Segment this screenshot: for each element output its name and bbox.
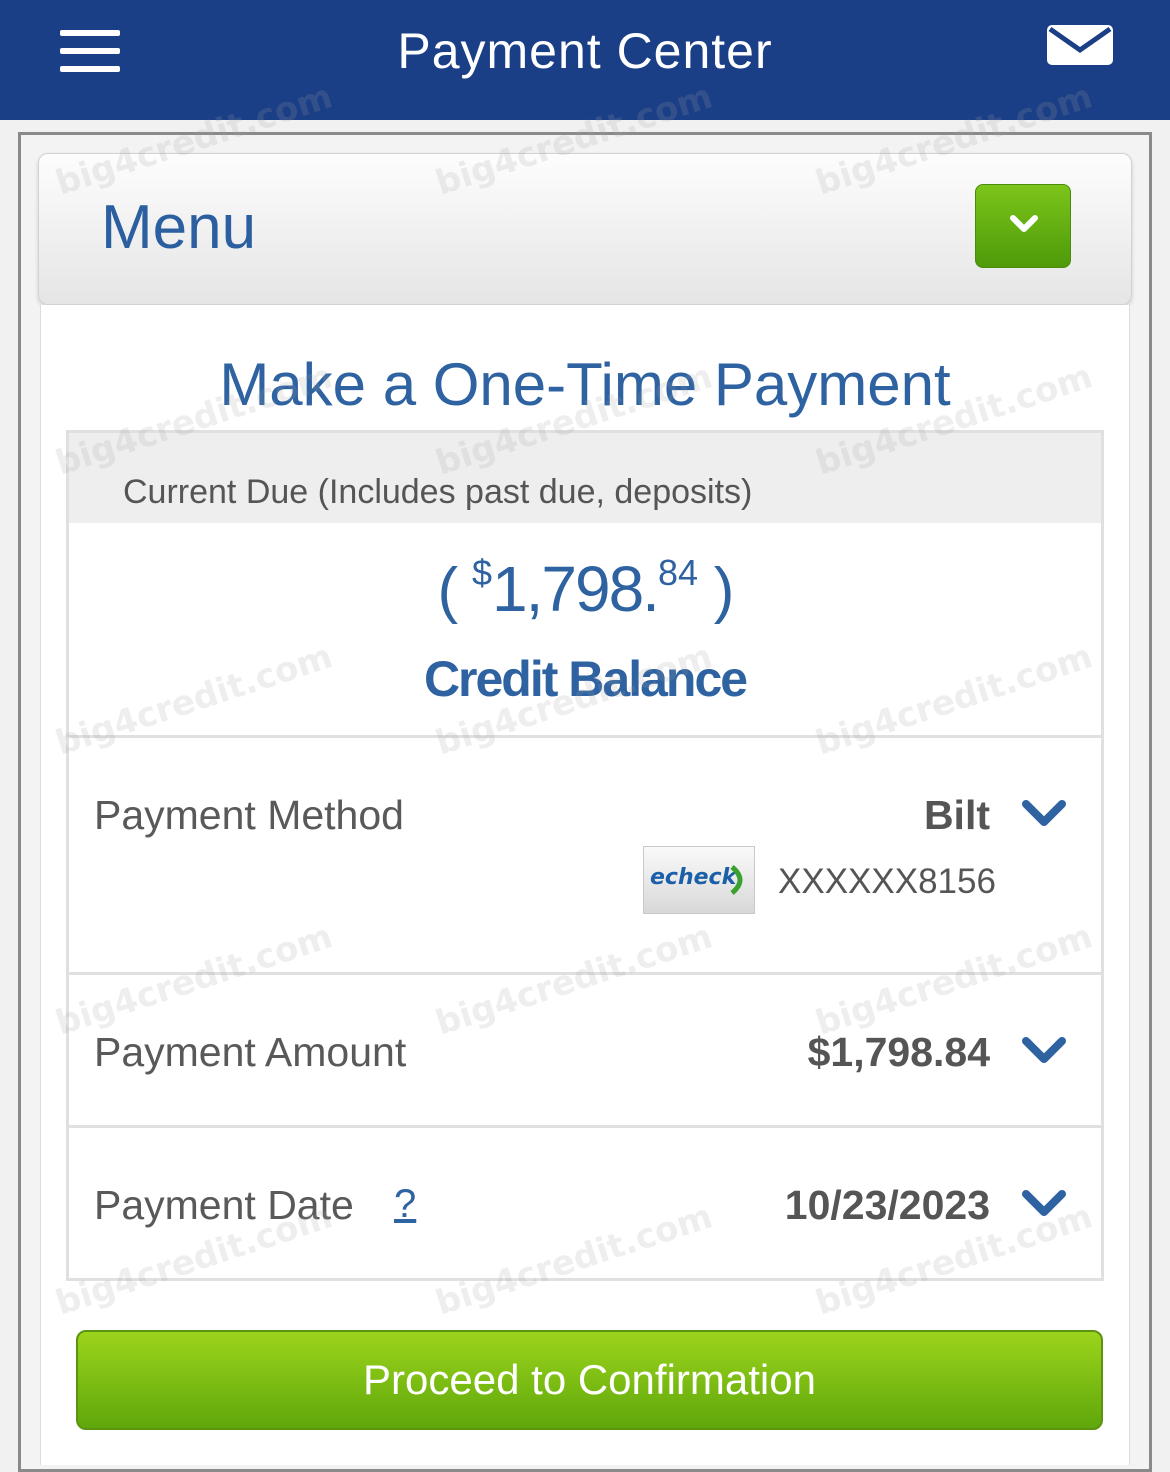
payment-date-value[interactable]: 10/23/2023 [785, 1182, 990, 1229]
payment-method-dropdown-icon[interactable] [1020, 798, 1068, 828]
payment-date-help-link[interactable]: ? [394, 1182, 416, 1227]
payment-method-value[interactable]: Bilt [924, 792, 990, 839]
current-due-header: Current Due (Includes past due, deposits… [69, 433, 1101, 523]
top-app-bar: Payment Center [0, 0, 1170, 120]
menu-label: Menu [101, 193, 257, 262]
balance-type-label: Credit Balance [423, 651, 748, 707]
divider [69, 972, 1101, 975]
menu-bar[interactable]: Menu [38, 153, 1132, 305]
payment-amount-value[interactable]: $1,798.84 [808, 1029, 990, 1076]
amount-open-paren: ( [437, 556, 459, 625]
current-due-amount: ( $1,798.84 ) [0, 552, 1170, 626]
section-title: Make a One-Time Payment [219, 351, 951, 418]
current-due-label: Current Due (Includes past due, deposits… [123, 473, 753, 511]
payment-account-number: XXXXXX8156 [778, 862, 996, 901]
amount-cents: 84 [657, 552, 698, 593]
payment-method-label: Payment Method [94, 792, 404, 838]
payment-amount-label: Payment Amount [94, 1029, 407, 1075]
payment-date-dropdown-icon[interactable] [1020, 1188, 1068, 1218]
payment-date-label: Payment Date [94, 1182, 354, 1228]
divider [69, 1125, 1101, 1128]
amount-close-paren: ) [713, 556, 735, 625]
echeck-logo: echeck [643, 846, 755, 914]
amount-currency: $ [471, 552, 493, 593]
chevron-down-icon [1010, 215, 1038, 232]
payment-amount-dropdown-icon[interactable] [1020, 1035, 1068, 1065]
page-title: Payment Center [397, 23, 773, 79]
divider [69, 735, 1101, 738]
proceed-to-confirmation-button[interactable]: Proceed to Confirmation [76, 1330, 1103, 1430]
menu-toggle-button[interactable] [975, 184, 1071, 268]
envelope-icon[interactable] [1046, 24, 1114, 66]
amount-whole: 1,798. [492, 553, 660, 625]
